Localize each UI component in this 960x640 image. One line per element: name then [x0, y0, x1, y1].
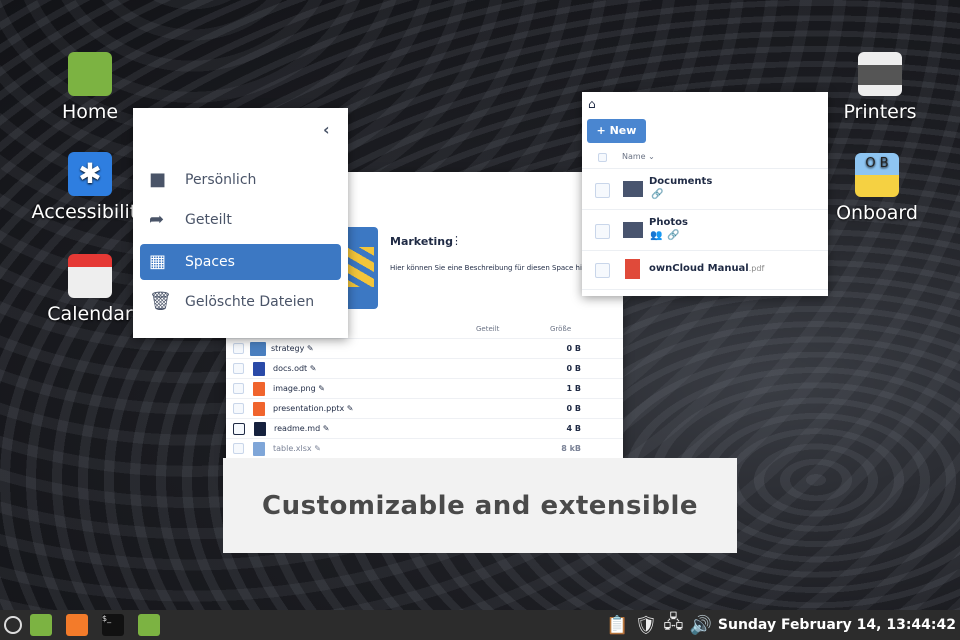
nav-item-trash[interactable]: 🗑 Gelöschte Dateien — [140, 284, 341, 320]
file-row[interactable]: presentation.pptx ✎ 0 B — [226, 398, 623, 418]
desktop-icon-onboard[interactable]: O B Onboard — [817, 153, 937, 225]
people-icon: 👥 — [650, 230, 663, 241]
edit-icon[interactable]: ✎ — [318, 384, 325, 393]
checkbox[interactable] — [595, 263, 610, 278]
desktop-icon-printers[interactable]: Printers — [820, 52, 940, 124]
desktop-icon-home[interactable]: Home — [30, 52, 150, 124]
edit-icon[interactable]: ✎ — [347, 404, 354, 413]
text-file-icon — [254, 421, 266, 436]
calendar-icon — [68, 254, 112, 298]
checkbox[interactable] — [233, 383, 244, 394]
file-row[interactable]: Photos 👥 🔗 — [582, 209, 828, 250]
printer-icon — [858, 52, 902, 96]
grid-icon: ▦ — [149, 251, 167, 272]
network-icon[interactable]: 🖧 — [663, 610, 683, 640]
nav-item-personal[interactable]: ■ Persönlich — [140, 162, 341, 198]
nav-item-shared[interactable]: ➦ Geteilt — [140, 202, 341, 238]
spreadsheet-icon — [253, 441, 265, 456]
link-icon: 🔗 — [667, 230, 680, 241]
column-size[interactable]: Größe — [550, 325, 571, 333]
folder-launcher-icon[interactable] — [138, 614, 160, 636]
file-row[interactable]: table.xlsx ✎ 8 kB — [226, 438, 623, 458]
caption-banner: Customizable and extensible — [223, 458, 737, 553]
file-list-panel: ⌂ + New Name ⌄ Documents 🔗 Photos 👥 🔗 ownCl… — [582, 92, 828, 296]
clipboard-icon[interactable]: 📋 — [606, 615, 628, 636]
checkbox[interactable] — [595, 224, 610, 239]
file-row[interactable]: Documents 🔗 — [582, 168, 828, 209]
presentation-icon — [253, 401, 265, 416]
taskbar: $_ 📋 🛡 🖧 🔊 Sunday February 14, 13:44:42 — [0, 610, 960, 640]
trash-icon: 🗑 — [149, 291, 172, 312]
checkbox[interactable] — [233, 443, 244, 454]
file-row[interactable]: strategy ✎ 0 B — [226, 338, 623, 358]
clock[interactable]: Sunday February 14, 13:44:42 — [718, 617, 956, 633]
folder-icon — [250, 341, 266, 356]
edit-icon[interactable]: ✎ — [307, 344, 314, 353]
terminal-icon[interactable]: $_ — [102, 614, 124, 636]
folder-icon: ■ — [149, 169, 167, 190]
checkbox[interactable] — [233, 422, 245, 435]
file-row[interactable]: docs.odt ✎ 0 B — [226, 358, 623, 378]
checkbox[interactable] — [233, 363, 244, 374]
desktop-icon-accessibility[interactable]: ✱ Accessibility — [30, 152, 150, 224]
pdf-icon — [625, 259, 640, 279]
new-button[interactable]: + New — [587, 119, 646, 143]
file-row[interactable]: image.png ✎ 1 B — [226, 378, 623, 398]
image-icon — [253, 381, 265, 396]
select-all-checkbox[interactable] — [598, 153, 607, 162]
firefox-icon[interactable] — [66, 614, 88, 636]
desktop-icon-calendar[interactable]: Calendar — [30, 254, 150, 326]
files-launcher-icon[interactable] — [30, 614, 52, 636]
folder-home-icon — [68, 52, 112, 96]
home-icon[interactable]: ⌂ — [588, 97, 596, 111]
folder-icon — [623, 181, 643, 197]
shield-update-icon[interactable]: 🛡 — [635, 615, 658, 636]
edit-icon[interactable]: ✎ — [310, 364, 317, 373]
accessibility-icon: ✱ — [68, 152, 112, 196]
share-icon: ➦ — [149, 209, 165, 230]
navigation-panel: ‹ ■ Persönlich ➦ Geteilt ▦ Spaces 🗑 Gelöscht… — [133, 108, 348, 338]
link-icon: 🔗 — [651, 189, 664, 200]
edit-icon[interactable]: ✎ — [323, 424, 330, 433]
checkbox[interactable] — [233, 403, 244, 414]
checkbox[interactable] — [233, 343, 244, 354]
space-description: Hier können Sie eine Beschreibung für di… — [390, 264, 587, 272]
volume-icon[interactable]: 🔊 — [689, 615, 711, 636]
space-title: Marketing — [390, 235, 454, 248]
collapse-chevron-icon[interactable]: ‹ — [323, 120, 330, 139]
name-column-header[interactable]: Name ⌄ — [622, 152, 655, 161]
file-row[interactable]: ownCloud Manual.pdf — [582, 250, 828, 290]
checkbox[interactable] — [595, 183, 610, 198]
nav-item-spaces[interactable]: ▦ Spaces — [140, 244, 341, 280]
more-icon[interactable]: ⋮ — [451, 234, 462, 247]
edit-icon[interactable]: ✎ — [314, 444, 321, 453]
doc-icon — [253, 361, 265, 376]
keyboard-icon: O B — [855, 153, 899, 197]
file-row[interactable]: readme.md ✎ 4 B — [226, 418, 623, 438]
menu-icon[interactable] — [4, 616, 22, 634]
column-shared[interactable]: Geteilt — [476, 325, 499, 333]
folder-icon — [623, 222, 643, 238]
